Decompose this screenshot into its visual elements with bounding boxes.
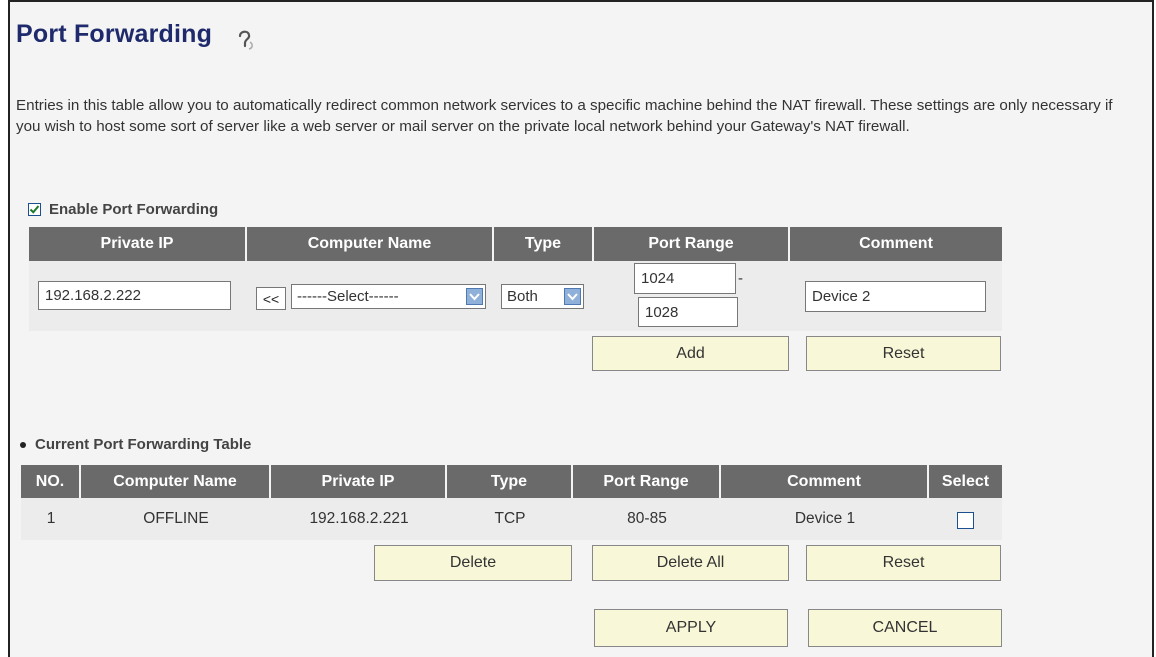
header-port-range: Port Range: [573, 465, 721, 498]
port-range-end-input[interactable]: 1028: [638, 297, 738, 327]
row-port-range: 80-85: [627, 510, 667, 527]
delete-button[interactable]: Delete: [374, 545, 572, 581]
cancel-button[interactable]: CANCEL: [808, 609, 1002, 647]
computer-name-select[interactable]: ------Select------: [291, 284, 486, 309]
private-ip-input[interactable]: 192.168.2.222: [38, 281, 231, 310]
reset-entry-button[interactable]: Reset: [806, 336, 1001, 371]
header-type: Type: [494, 227, 594, 261]
row-comment: Device 1: [794, 510, 856, 527]
header-computer-name: Computer Name: [247, 227, 494, 261]
type-select-value: Both: [507, 288, 538, 305]
port-range-separator: -: [738, 270, 743, 287]
header-select: Select: [929, 465, 1002, 498]
chevron-down-icon: [466, 288, 483, 305]
row-no: 1: [46, 510, 56, 527]
enable-port-forwarding-label: Enable Port Forwarding: [49, 201, 219, 218]
type-select[interactable]: Both: [501, 284, 584, 309]
copy-computer-button[interactable]: <<: [256, 287, 286, 310]
page-description: Entries in this table allow you to autom…: [16, 97, 1113, 135]
current-table-section-label: Current Port Forwarding Table: [20, 436, 251, 453]
apply-button[interactable]: APPLY: [594, 609, 788, 647]
reset-table-button[interactable]: Reset: [806, 545, 1001, 581]
current-table-title: Current Port Forwarding Table: [35, 436, 252, 453]
header-no: NO.: [21, 465, 81, 498]
delete-all-button[interactable]: Delete All: [592, 545, 789, 581]
add-button[interactable]: Add: [592, 336, 789, 371]
row-private-ip: 192.168.2.221: [309, 510, 409, 527]
header-computer-name: Computer Name: [81, 465, 271, 498]
bullet-icon: [20, 441, 26, 448]
header-private-ip: Private IP: [271, 465, 447, 498]
help-question-icon[interactable]: [235, 28, 257, 50]
row-type: TCP: [494, 510, 526, 527]
chevron-down-icon: [564, 288, 581, 305]
header-comment: Comment: [790, 227, 1002, 261]
enable-port-forwarding-checkbox[interactable]: [28, 203, 41, 216]
checkmark-icon: [29, 205, 40, 214]
computer-name-select-value: ------Select------: [297, 288, 399, 305]
row-computer-name: OFFLINE: [143, 510, 209, 527]
header-private-ip: Private IP: [29, 227, 247, 261]
enable-port-forwarding-row: Enable Port Forwarding: [28, 201, 218, 218]
header-type: Type: [447, 465, 573, 498]
header-comment: Comment: [721, 465, 929, 498]
comment-input[interactable]: Device 2: [805, 281, 986, 312]
row-select-checkbox[interactable]: [957, 512, 974, 529]
page-title: Port Forwarding: [16, 20, 213, 48]
port-range-start-input[interactable]: 1024: [634, 263, 736, 294]
header-port-range: Port Range: [594, 227, 790, 261]
